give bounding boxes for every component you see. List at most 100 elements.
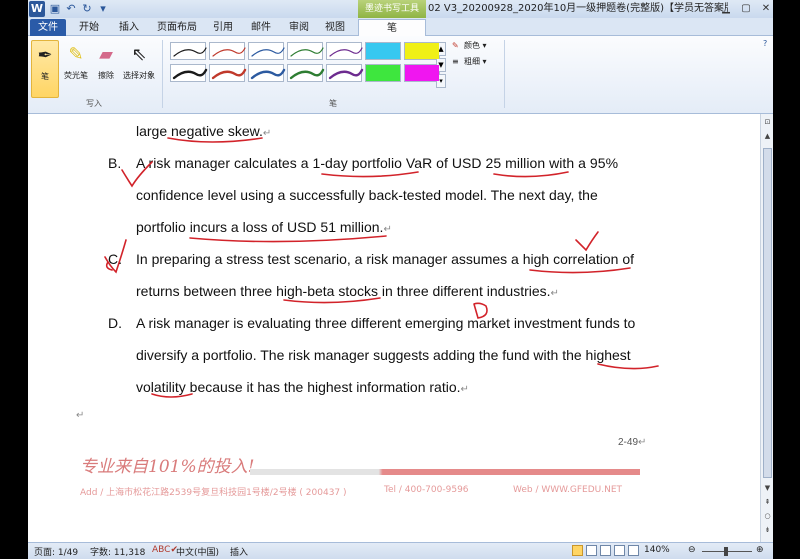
scroll-down-icon[interactable]: ▼ xyxy=(762,482,773,494)
zoom-level[interactable]: 140% xyxy=(644,545,670,555)
thickness-dropdown[interactable]: ≡ 粗细 ▾ xyxy=(452,56,487,67)
pens-group-label: 笔 xyxy=(329,99,337,108)
scroll-up-icon[interactable]: ▲ xyxy=(762,130,773,142)
tab-home[interactable]: 开始 xyxy=(74,19,104,36)
help-icon[interactable]: ? xyxy=(763,39,767,48)
option-b-line-3: portfolio incurs a loss of USD 51 millio… xyxy=(136,219,392,235)
eraser-icon: ▰ xyxy=(99,44,113,65)
close-icon[interactable]: ✕ xyxy=(756,0,776,18)
footer-tel: Tel / 400-700-9596 xyxy=(384,485,469,495)
footer-slogan: 专业来自101%的投入! xyxy=(80,457,255,477)
full-screen-reading-icon[interactable] xyxy=(586,545,597,556)
gallery-scroll-down-icon[interactable]: ▼ xyxy=(436,58,446,72)
pointer-icon: ⇖ xyxy=(131,44,147,65)
insert-mode[interactable]: 插入 xyxy=(230,545,248,558)
pen-style-red-fine[interactable] xyxy=(209,42,245,60)
web-layout-icon[interactable] xyxy=(600,545,611,556)
empty-paragraph-mark: ↵ xyxy=(76,410,85,421)
pen-style-black-thick[interactable] xyxy=(170,64,206,82)
ink-tools-context-tab: 墨迹书写工具 xyxy=(358,0,426,18)
customize-icon[interactable]: ▾ xyxy=(96,2,110,16)
vertical-scrollbar[interactable]: ⊡ ▲ ▼ ⇞ ○ ⇟ xyxy=(760,114,773,542)
option-d-line-3: volatility because it has the highest in… xyxy=(136,379,469,395)
language-indicator[interactable]: 中文(中国) xyxy=(176,545,219,558)
maximize-icon[interactable]: ▢ xyxy=(736,0,756,18)
minimize-icon[interactable]: ▁ xyxy=(716,0,736,18)
tab-review[interactable]: 审阅 xyxy=(284,19,314,36)
zoom-in-icon[interactable]: ⊕ xyxy=(756,545,764,555)
zoom-out-icon[interactable]: ⊖ xyxy=(688,545,696,555)
pen-style-purple-thick[interactable] xyxy=(326,64,362,82)
redo-icon[interactable]: ↻ xyxy=(80,2,94,16)
pen-style-red-thick[interactable] xyxy=(209,64,245,82)
ribbon-tabs: 文件 开始 插入 页面布局 引用 邮件 审阅 视图 笔 xyxy=(28,18,773,36)
draft-view-icon[interactable] xyxy=(628,545,639,556)
page-count[interactable]: 页面: 1/49 xyxy=(34,545,78,558)
tab-view[interactable]: 视图 xyxy=(320,19,350,36)
tab-mailings[interactable]: 邮件 xyxy=(246,19,276,36)
ruler-toggle-icon[interactable]: ⊡ xyxy=(762,116,773,128)
highlighter-swatch-yellow[interactable] xyxy=(404,42,440,60)
group-separator xyxy=(162,40,163,108)
gallery-more-icon[interactable]: ▾ xyxy=(436,74,446,88)
browse-object-icon[interactable]: ○ xyxy=(762,510,773,522)
document-title: 02 V3_20200928_2020年10月一级押题卷(完整版)【学员无答案版… xyxy=(428,3,728,14)
group-separator xyxy=(504,40,505,108)
zoom-slider-thumb[interactable] xyxy=(724,547,728,556)
previous-line-end: large negative skew.↵ xyxy=(136,123,272,139)
line-weight-icon: ≡ xyxy=(452,57,459,66)
footer-divider xyxy=(250,469,640,475)
option-b-line-1: A risk manager calculates a 1-day portfo… xyxy=(136,155,619,171)
scroll-thumb[interactable] xyxy=(763,148,772,478)
word-app-icon[interactable]: W xyxy=(29,1,45,17)
save-icon[interactable]: ▣ xyxy=(48,2,62,16)
gallery-scroll-up-icon[interactable]: ▲ xyxy=(436,42,446,56)
highlighter-swatch-green[interactable] xyxy=(365,64,401,82)
pen-icon: ✒ xyxy=(37,45,53,66)
highlighter-swatch-cyan[interactable] xyxy=(365,42,401,60)
next-page-icon[interactable]: ⇟ xyxy=(762,524,773,536)
highlighter-icon: ✎ xyxy=(68,44,84,65)
word-window: W ▣ ↶ ↻ ▾ 墨迹书写工具 02 V3_20200928_2020年10月… xyxy=(0,0,800,559)
document-page[interactable]: large negative skew.↵ B. A risk manager … xyxy=(28,114,760,542)
ribbon-pens: ✒ 笔 ✎ 荧光笔 ▰ 擦除 ⇖ 选择对象 写入 ▲ ▼ ▾ ✎ 颜色 ▾ ≡ … xyxy=(28,36,773,114)
tab-page-layout[interactable]: 页面布局 xyxy=(152,19,202,36)
tab-insert[interactable]: 插入 xyxy=(114,19,144,36)
status-bar: 页面: 1/49 字数: 11,318 ABC✔ 中文(中国) 插入 140% … xyxy=(28,542,773,559)
pen-style-black-fine[interactable] xyxy=(170,42,206,60)
pen-button[interactable]: ✒ 笔 xyxy=(31,40,59,98)
highlighter-button[interactable]: ✎ 荧光笔 xyxy=(61,40,91,98)
option-d-line-2: diversify a portfolio. The risk manager … xyxy=(136,347,631,363)
proofing-icon[interactable]: ABC✔ xyxy=(152,545,178,555)
print-layout-icon[interactable] xyxy=(572,545,583,556)
option-d-letter: D. xyxy=(108,315,122,331)
color-dropdown[interactable]: ✎ 颜色 ▾ xyxy=(452,40,487,51)
pen-style-green-thick[interactable] xyxy=(287,64,323,82)
highlighter-swatch-magenta[interactable] xyxy=(404,64,440,82)
undo-icon[interactable]: ↶ xyxy=(64,2,78,16)
tab-file[interactable]: 文件 xyxy=(30,19,66,36)
pen-style-green-fine[interactable] xyxy=(287,42,323,60)
pen-style-blue-thick[interactable] xyxy=(248,64,284,82)
previous-page-icon[interactable]: ⇞ xyxy=(762,496,773,508)
option-b-letter: B. xyxy=(108,155,122,171)
tab-pens[interactable]: 笔 xyxy=(358,19,426,36)
eraser-button[interactable]: ▰ 擦除 xyxy=(92,40,120,98)
tab-references[interactable]: 引用 xyxy=(208,19,238,36)
write-group-label: 写入 xyxy=(86,99,102,108)
option-b-line-2: confidence level using a successfully ba… xyxy=(136,187,598,203)
option-c-line-1: In preparing a stress test scenario, a r… xyxy=(136,251,635,267)
page-number: 2-49↵ xyxy=(618,437,647,448)
option-c-line-2: returns between three high-beta stocks i… xyxy=(136,283,559,299)
pen-color-icon: ✎ xyxy=(452,41,459,50)
outline-view-icon[interactable] xyxy=(614,545,625,556)
title-bar: W ▣ ↶ ↻ ▾ 墨迹书写工具 02 V3_20200928_2020年10月… xyxy=(28,0,773,18)
footer-web: Web / WWW.GFEDU.NET xyxy=(513,485,623,495)
footer-address: Add / 上海市松花江路2539号复旦科技园1号楼/2号楼 ( 200437 … xyxy=(80,488,347,498)
option-d-line-1: A risk manager is evaluating three diffe… xyxy=(136,315,636,331)
option-c-letter: C. xyxy=(108,251,122,267)
select-objects-button[interactable]: ⇖ 选择对象 xyxy=(121,40,157,98)
word-count[interactable]: 字数: 11,318 xyxy=(90,545,145,558)
pen-style-purple-fine[interactable] xyxy=(326,42,362,60)
pen-style-blue-fine[interactable] xyxy=(248,42,284,60)
